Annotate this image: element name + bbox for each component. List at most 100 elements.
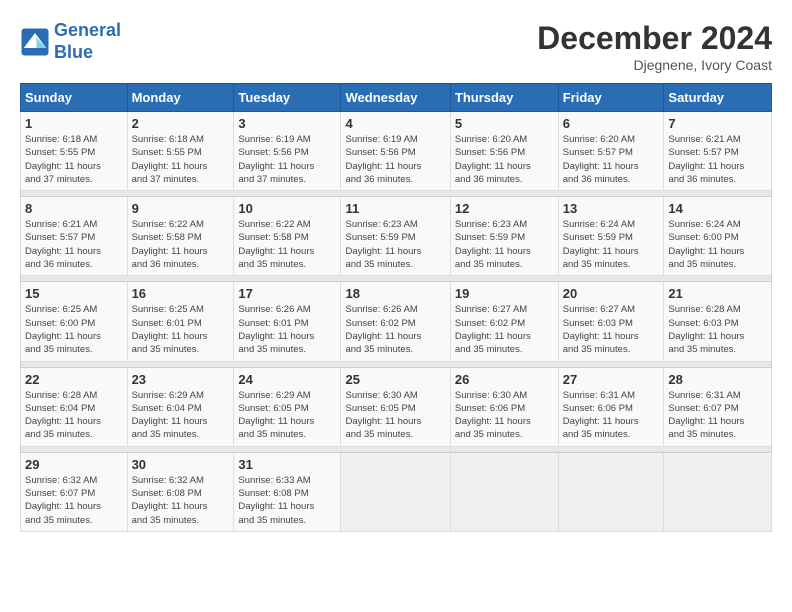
col-header-sunday: Sunday <box>21 84 128 112</box>
calendar-cell: 13 Sunrise: 6:24 AM Sunset: 5:59 PM Dayli… <box>558 197 664 276</box>
day-number: 8 <box>25 201 123 216</box>
calendar-cell: 2 Sunrise: 6:18 AM Sunset: 5:55 PM Daylig… <box>127 112 234 191</box>
calendar-cell: 15 Sunrise: 6:25 AM Sunset: 6:00 PM Dayli… <box>21 282 128 361</box>
day-info: Sunrise: 6:21 AM Sunset: 5:57 PM Dayligh… <box>668 133 767 186</box>
col-header-wednesday: Wednesday <box>341 84 450 112</box>
calendar-cell: 17 Sunrise: 6:26 AM Sunset: 6:01 PM Dayli… <box>234 282 341 361</box>
day-info: Sunrise: 6:18 AM Sunset: 5:55 PM Dayligh… <box>132 133 230 186</box>
day-number: 21 <box>668 286 767 301</box>
calendar-table: SundayMondayTuesdayWednesdayThursdayFrid… <box>20 83 772 532</box>
day-number: 14 <box>668 201 767 216</box>
calendar-cell: 4 Sunrise: 6:19 AM Sunset: 5:56 PM Daylig… <box>341 112 450 191</box>
day-info: Sunrise: 6:30 AM Sunset: 6:05 PM Dayligh… <box>345 389 445 442</box>
calendar-cell: 14 Sunrise: 6:24 AM Sunset: 6:00 PM Dayli… <box>664 197 772 276</box>
calendar-cell: 7 Sunrise: 6:21 AM Sunset: 5:57 PM Daylig… <box>664 112 772 191</box>
week-row-4: 22Sunrise: 6:28 AM Sunset: 6:04 PM Dayli… <box>21 367 772 446</box>
logo: General Blue <box>20 20 121 63</box>
day-number: 23 <box>132 372 230 387</box>
calendar-cell: 16 Sunrise: 6:25 AM Sunset: 6:01 PM Dayli… <box>127 282 234 361</box>
calendar-cell <box>664 452 772 531</box>
calendar-cell: 18 Sunrise: 6:26 AM Sunset: 6:02 PM Dayli… <box>341 282 450 361</box>
day-number: 16 <box>132 286 230 301</box>
title-area: December 2024 Djegnene, Ivory Coast <box>537 20 772 73</box>
header-row: SundayMondayTuesdayWednesdayThursdayFrid… <box>21 84 772 112</box>
calendar-cell: 25 Sunrise: 6:30 AM Sunset: 6:05 PM Dayli… <box>341 367 450 446</box>
calendar-cell: 23 Sunrise: 6:29 AM Sunset: 6:04 PM Dayli… <box>127 367 234 446</box>
day-number: 13 <box>563 201 660 216</box>
day-info: Sunrise: 6:32 AM Sunset: 6:08 PM Dayligh… <box>132 474 230 527</box>
day-number: 6 <box>563 116 660 131</box>
calendar-cell: 28Sunrise: 6:31 AM Sunset: 6:07 PM Dayli… <box>664 367 772 446</box>
day-info: Sunrise: 6:29 AM Sunset: 6:04 PM Dayligh… <box>132 389 230 442</box>
calendar-cell: 21 Sunrise: 6:28 AM Sunset: 6:03 PM Dayli… <box>664 282 772 361</box>
day-info: Sunrise: 6:19 AM Sunset: 5:56 PM Dayligh… <box>345 133 445 186</box>
week-row-3: 15 Sunrise: 6:25 AM Sunset: 6:00 PM Dayli… <box>21 282 772 361</box>
day-info: Sunrise: 6:26 AM Sunset: 6:02 PM Dayligh… <box>345 303 445 356</box>
day-info: Sunrise: 6:20 AM Sunset: 5:57 PM Dayligh… <box>563 133 660 186</box>
calendar-cell: 27Sunrise: 6:31 AM Sunset: 6:06 PM Dayli… <box>558 367 664 446</box>
day-number: 19 <box>455 286 554 301</box>
day-info: Sunrise: 6:28 AM Sunset: 6:03 PM Dayligh… <box>668 303 767 356</box>
day-number: 18 <box>345 286 445 301</box>
day-number: 11 <box>345 201 445 216</box>
calendar-cell: 10 Sunrise: 6:22 AM Sunset: 5:58 PM Dayli… <box>234 197 341 276</box>
col-header-monday: Monday <box>127 84 234 112</box>
week-row-2: 8Sunrise: 6:21 AM Sunset: 5:57 PM Daylig… <box>21 197 772 276</box>
calendar-cell <box>558 452 664 531</box>
day-info: Sunrise: 6:26 AM Sunset: 6:01 PM Dayligh… <box>238 303 336 356</box>
calendar-cell: 8Sunrise: 6:21 AM Sunset: 5:57 PM Daylig… <box>21 197 128 276</box>
day-number: 3 <box>238 116 336 131</box>
day-info: Sunrise: 6:28 AM Sunset: 6:04 PM Dayligh… <box>25 389 123 442</box>
calendar-cell: 30Sunrise: 6:32 AM Sunset: 6:08 PM Dayli… <box>127 452 234 531</box>
week-row-1: 1 Sunrise: 6:18 AM Sunset: 5:55 PM Daylig… <box>21 112 772 191</box>
day-info: Sunrise: 6:24 AM Sunset: 6:00 PM Dayligh… <box>668 218 767 271</box>
calendar-cell <box>450 452 558 531</box>
month-year: December 2024 <box>537 20 772 57</box>
calendar-cell <box>341 452 450 531</box>
day-number: 29 <box>25 457 123 472</box>
day-info: Sunrise: 6:22 AM Sunset: 5:58 PM Dayligh… <box>132 218 230 271</box>
day-number: 7 <box>668 116 767 131</box>
day-info: Sunrise: 6:25 AM Sunset: 6:00 PM Dayligh… <box>25 303 123 356</box>
col-header-tuesday: Tuesday <box>234 84 341 112</box>
calendar-cell: 24 Sunrise: 6:29 AM Sunset: 6:05 PM Dayli… <box>234 367 341 446</box>
day-number: 10 <box>238 201 336 216</box>
day-info: Sunrise: 6:20 AM Sunset: 5:56 PM Dayligh… <box>455 133 554 186</box>
col-header-friday: Friday <box>558 84 664 112</box>
day-info: Sunrise: 6:29 AM Sunset: 6:05 PM Dayligh… <box>238 389 336 442</box>
week-row-5: 29Sunrise: 6:32 AM Sunset: 6:07 PM Dayli… <box>21 452 772 531</box>
day-number: 20 <box>563 286 660 301</box>
col-header-saturday: Saturday <box>664 84 772 112</box>
day-info: Sunrise: 6:19 AM Sunset: 5:56 PM Dayligh… <box>238 133 336 186</box>
day-number: 4 <box>345 116 445 131</box>
calendar-cell: 11Sunrise: 6:23 AM Sunset: 5:59 PM Dayli… <box>341 197 450 276</box>
day-info: Sunrise: 6:33 AM Sunset: 6:08 PM Dayligh… <box>238 474 336 527</box>
logo-text-line1: General <box>54 20 121 42</box>
day-number: 17 <box>238 286 336 301</box>
location: Djegnene, Ivory Coast <box>537 57 772 73</box>
day-number: 12 <box>455 201 554 216</box>
day-number: 31 <box>238 457 336 472</box>
calendar-cell: 9Sunrise: 6:22 AM Sunset: 5:58 PM Daylig… <box>127 197 234 276</box>
day-info: Sunrise: 6:22 AM Sunset: 5:58 PM Dayligh… <box>238 218 336 271</box>
calendar-cell: 5 Sunrise: 6:20 AM Sunset: 5:56 PM Daylig… <box>450 112 558 191</box>
logo-icon <box>20 27 50 57</box>
day-number: 2 <box>132 116 230 131</box>
day-info: Sunrise: 6:18 AM Sunset: 5:55 PM Dayligh… <box>25 133 123 186</box>
day-number: 15 <box>25 286 123 301</box>
day-number: 1 <box>25 116 123 131</box>
day-number: 25 <box>345 372 445 387</box>
col-header-thursday: Thursday <box>450 84 558 112</box>
day-info: Sunrise: 6:25 AM Sunset: 6:01 PM Dayligh… <box>132 303 230 356</box>
day-number: 24 <box>238 372 336 387</box>
day-number: 26 <box>455 372 554 387</box>
calendar-cell: 12Sunrise: 6:23 AM Sunset: 5:59 PM Dayli… <box>450 197 558 276</box>
day-info: Sunrise: 6:24 AM Sunset: 5:59 PM Dayligh… <box>563 218 660 271</box>
day-info: Sunrise: 6:31 AM Sunset: 6:06 PM Dayligh… <box>563 389 660 442</box>
day-info: Sunrise: 6:27 AM Sunset: 6:03 PM Dayligh… <box>563 303 660 356</box>
logo-text-line2: Blue <box>54 42 121 64</box>
day-info: Sunrise: 6:31 AM Sunset: 6:07 PM Dayligh… <box>668 389 767 442</box>
calendar-cell: 29Sunrise: 6:32 AM Sunset: 6:07 PM Dayli… <box>21 452 128 531</box>
calendar-cell: 19Sunrise: 6:27 AM Sunset: 6:02 PM Dayli… <box>450 282 558 361</box>
day-number: 5 <box>455 116 554 131</box>
